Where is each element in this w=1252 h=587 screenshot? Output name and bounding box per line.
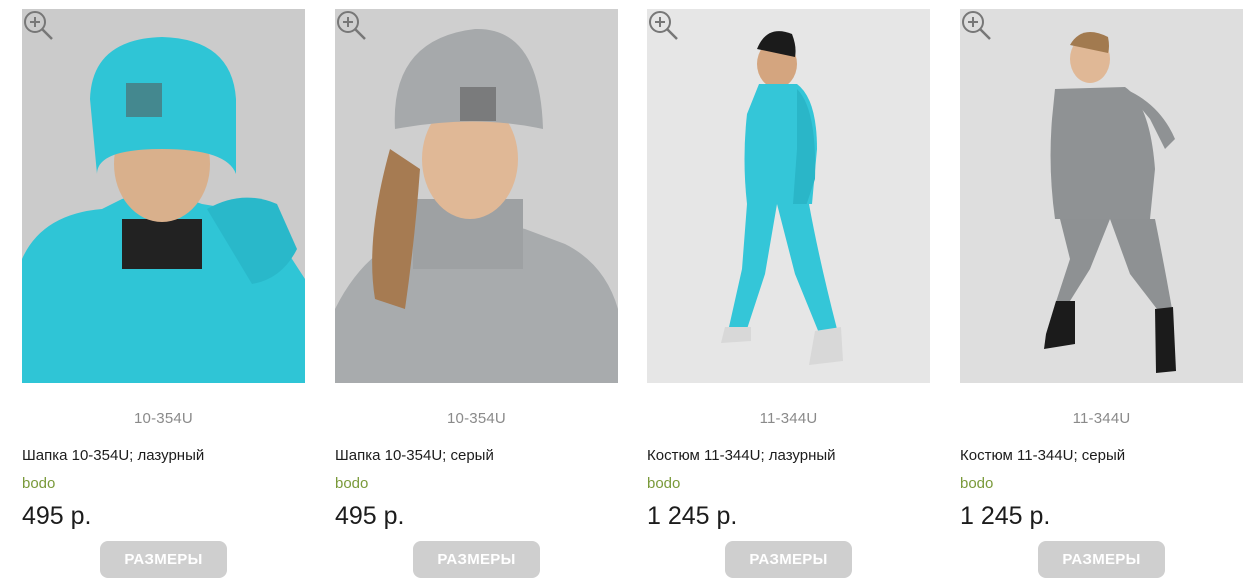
product-photo[interactable] — [22, 9, 305, 383]
product-photo[interactable] — [960, 9, 1243, 383]
zoom-in-icon[interactable] — [647, 9, 681, 43]
product-article: 10-354U — [134, 410, 193, 427]
product-price: 495 р. — [335, 502, 405, 530]
sizes-button[interactable]: РАЗМЕРЫ — [100, 541, 227, 578]
product-title[interactable]: Костюм 11-344U; лазурный — [647, 447, 836, 464]
sizes-button[interactable]: РАЗМЕРЫ — [725, 541, 852, 578]
product-photo[interactable] — [335, 9, 618, 383]
product-card: 11-344U Костюм 11-344U; лазурный bodo 1 … — [647, 0, 930, 587]
product-brand[interactable]: bodo — [960, 475, 993, 492]
product-photo[interactable] — [647, 9, 930, 383]
product-article: 11-344U — [759, 410, 818, 427]
sizes-button[interactable]: РАЗМЕРЫ — [1038, 541, 1165, 578]
product-price: 1 245 р. — [647, 502, 738, 530]
product-brand[interactable]: bodo — [647, 475, 680, 492]
product-price: 1 245 р. — [960, 502, 1051, 530]
product-card: 11-344U Костюм 11-344U; серый bodo 1 245… — [960, 0, 1243, 587]
product-grid: 10-354U Шапка 10-354U; лазурный bodo 495… — [0, 0, 1252, 587]
product-title[interactable]: Шапка 10-354U; лазурный — [22, 447, 204, 464]
product-brand[interactable]: bodo — [335, 475, 368, 492]
zoom-in-icon[interactable] — [22, 9, 56, 43]
product-title[interactable]: Шапка 10-354U; серый — [335, 447, 494, 464]
product-brand[interactable]: bodo — [22, 475, 55, 492]
zoom-in-icon[interactable] — [960, 9, 994, 43]
sizes-button[interactable]: РАЗМЕРЫ — [413, 541, 540, 578]
product-price: 495 р. — [22, 502, 92, 530]
zoom-in-icon[interactable] — [335, 9, 369, 43]
product-card: 10-354U Шапка 10-354U; лазурный bodo 495… — [22, 0, 305, 587]
product-article: 10-354U — [447, 410, 506, 427]
product-title[interactable]: Костюм 11-344U; серый — [960, 447, 1125, 464]
product-card: 10-354U Шапка 10-354U; серый bodo 495 р.… — [335, 0, 618, 587]
product-article: 11-344U — [1072, 410, 1131, 427]
